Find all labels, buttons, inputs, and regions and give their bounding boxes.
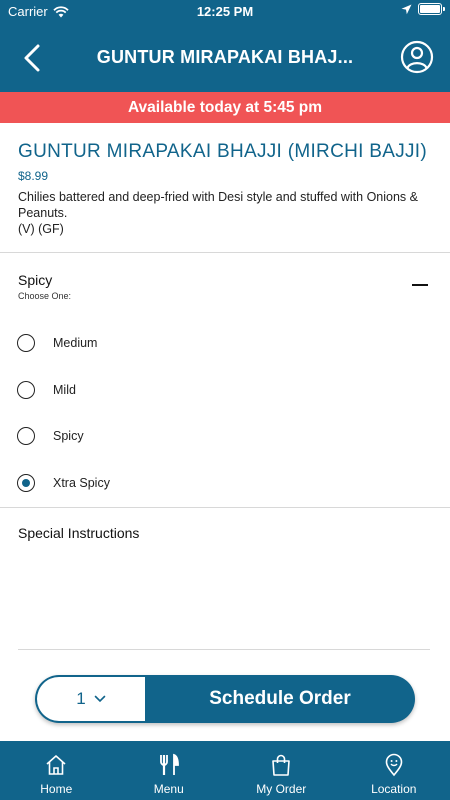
option-xtra-spicy[interactable]: Xtra Spicy [17, 467, 317, 499]
divider [0, 507, 450, 508]
status-bar: Carrier 12:25 PM [0, 0, 450, 22]
home-icon [46, 755, 66, 775]
item-name: GUNTUR MIRAPAKAI BHAJJI (MIRCHI BAJJI) [18, 141, 428, 162]
radio-button[interactable] [17, 381, 35, 399]
page-title: GUNTUR MIRAPAKAI BHAJ... [96, 47, 354, 67]
status-right [401, 3, 445, 15]
option-mild[interactable]: Mild [17, 374, 317, 406]
item-tags: (V) (GF) [18, 222, 64, 236]
app-header: Carrier 12:25 PM GUNTUR MIRAPAKAI BHAJ..… [0, 0, 450, 92]
battery-icon [418, 3, 445, 15]
location-arrow-icon [401, 4, 412, 14]
tab-location[interactable]: Location [338, 741, 450, 800]
item-price: $8.99 [18, 169, 49, 183]
instructions-underline [18, 649, 430, 650]
radio-button[interactable] [17, 427, 35, 445]
back-button[interactable] [14, 40, 50, 76]
schedule-order-button[interactable]: Schedule Order [145, 675, 415, 723]
status-time: 12:25 PM [196, 4, 254, 19]
option-label: Spicy [53, 429, 84, 443]
tab-menu[interactable]: Menu [113, 741, 226, 800]
divider [0, 252, 450, 253]
fork-knife-icon [159, 753, 179, 775]
tab-label: Home [40, 782, 73, 796]
tab-home[interactable]: Home [0, 741, 113, 800]
chevron-down-icon [94, 695, 106, 703]
special-instructions-title: Special Instructions [18, 525, 140, 541]
chevron-left-icon [24, 44, 40, 72]
availability-banner: Available today at 5:45 pm [0, 92, 450, 123]
tab-bar: Home Menu My Order Location [0, 741, 450, 800]
tab-label: Location [371, 782, 417, 796]
radio-button-selected[interactable] [17, 474, 35, 492]
option-label: Xtra Spicy [53, 476, 110, 490]
radio-button[interactable] [17, 334, 35, 352]
special-instructions-area[interactable] [18, 548, 430, 648]
location-pin-icon [385, 753, 403, 777]
order-bar: 1 Schedule Order [35, 675, 415, 723]
option-spicy[interactable]: Spicy [17, 420, 317, 452]
spicy-section-title: Spicy [18, 272, 53, 288]
tab-label: Menu [153, 782, 184, 796]
shopping-bag-icon [272, 754, 291, 776]
tab-my-order[interactable]: My Order [225, 741, 338, 800]
quantity-value: 1 [76, 689, 86, 708]
user-circle-icon [400, 40, 434, 74]
profile-button[interactable] [400, 40, 434, 74]
option-label: Medium [53, 336, 98, 350]
spicy-section-subtitle: Choose One: [18, 291, 72, 301]
quantity-select[interactable]: 1 [37, 677, 145, 721]
tab-label: My Order [256, 782, 307, 796]
option-label: Mild [53, 383, 76, 397]
collapse-button[interactable] [410, 278, 432, 292]
option-medium[interactable]: Medium [17, 327, 317, 359]
item-description: Chilies battered and deep-fried with Des… [18, 190, 418, 220]
